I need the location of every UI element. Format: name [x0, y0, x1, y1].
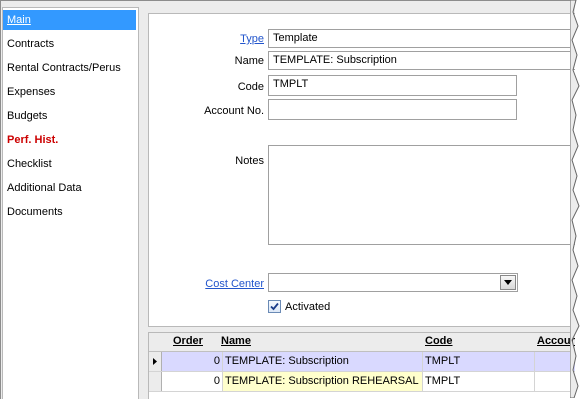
type-link[interactable]: Type: [154, 32, 264, 46]
account-no-label: Account No.: [204, 105, 264, 117]
notes-textarea[interactable]: [268, 145, 575, 245]
account-cell[interactable]: [535, 352, 575, 371]
templates-grid: Order Name Code Accoun 0 TEMPLATE: Subsc…: [148, 332, 575, 399]
sidebar-item-rental-contracts[interactable]: Rental Contracts/Perus: [3, 58, 136, 78]
table-row[interactable]: 0 TEMPLATE: Subscription TMPLT: [149, 352, 575, 372]
account-cell[interactable]: [535, 372, 575, 391]
sidebar-item-additional-data[interactable]: Additional Data: [3, 178, 136, 198]
torn-edge-decoration: [570, 0, 580, 398]
code-label: Code: [237, 81, 264, 93]
main-form-panel: Type Template Name TEMPLATE: Subscriptio…: [148, 13, 575, 327]
order-cell[interactable]: 0: [161, 372, 223, 391]
code-column-header[interactable]: Code: [425, 335, 453, 347]
main-window: Main Contracts Rental Contracts/Perus Ex…: [0, 0, 575, 399]
name-field[interactable]: TEMPLATE: Subscription: [268, 51, 575, 70]
type-field[interactable]: Template: [268, 29, 575, 48]
account-no-field[interactable]: [268, 99, 517, 120]
name-column-header[interactable]: Name: [221, 335, 251, 347]
sidebar-item-perf-hist[interactable]: Perf. Hist.: [3, 130, 136, 150]
grid-header: Order Name Code Accoun: [149, 333, 575, 352]
cost-center-dropdown-button[interactable]: [500, 275, 516, 290]
name-label: Name: [234, 55, 264, 67]
sidebar-item-contracts[interactable]: Contracts: [3, 34, 136, 54]
sidebar-item-budgets[interactable]: Budgets: [3, 106, 136, 126]
notes-label: Notes: [235, 155, 264, 167]
activated-checkbox[interactable]: [268, 300, 281, 313]
cost-center-link[interactable]: Cost Center: [154, 277, 264, 291]
activated-label: Activated: [285, 301, 331, 313]
sidebar-item-checklist[interactable]: Checklist: [3, 154, 136, 174]
sidebar-nav: Main Contracts Rental Contracts/Perus Ex…: [2, 7, 139, 399]
name-cell[interactable]: TEMPLATE: Subscription: [223, 352, 423, 371]
chevron-down-icon: [504, 280, 512, 285]
table-row[interactable]: 0 TEMPLATE: Subscription REHEARSAL TMPLT: [149, 372, 575, 392]
name-cell[interactable]: TEMPLATE: Subscription REHEARSAL: [223, 372, 423, 391]
current-row-indicator-icon: [153, 358, 157, 365]
sidebar-item-main[interactable]: Main: [3, 10, 136, 30]
code-cell[interactable]: TMPLT: [423, 352, 535, 371]
cost-center-select[interactable]: [268, 273, 518, 292]
sidebar-item-expenses[interactable]: Expenses: [3, 82, 136, 102]
order-column-header[interactable]: Order: [173, 335, 203, 347]
code-field[interactable]: TMPLT: [268, 75, 517, 96]
checkmark-icon: [270, 302, 279, 311]
code-cell[interactable]: TMPLT: [423, 372, 535, 391]
sidebar-item-documents[interactable]: Documents: [3, 202, 136, 222]
order-cell[interactable]: 0: [161, 352, 223, 371]
